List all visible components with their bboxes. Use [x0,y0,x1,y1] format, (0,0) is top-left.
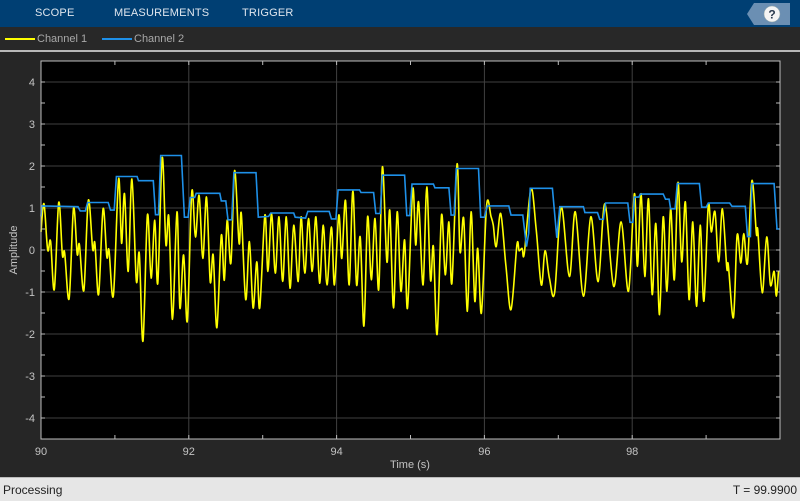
x-tick-label: 98 [626,446,638,458]
y-tick-label: 2 [29,161,35,173]
y-tick-label: 4 [29,77,35,89]
x-tick-label: 94 [330,446,342,458]
y-tick-label: -3 [25,371,35,383]
x-axis-label: Time (s) [390,459,430,471]
x-tick-label: 90 [35,446,47,458]
y-axis-label: Amplitude [8,226,20,275]
status-text: Processing [3,483,63,497]
x-tick-label: 92 [183,446,195,458]
y-tick-label: -1 [25,287,35,299]
y-tick-label: 0 [29,245,35,257]
x-tick-label: 96 [478,446,490,458]
scope-display[interactable]: 90 92 94 96 98 4 3 2 1 0 -1 -2 -3 -4 Time (s) Amplitu… [0,0,800,477]
simulation-time: T = 99.9900 [732,483,797,497]
y-tick-label: 3 [29,119,35,131]
status-bar: Processing T = 99.9900 [0,477,800,501]
y-tick-label: -4 [25,413,35,425]
y-tick-label: -2 [25,329,35,341]
y-tick-label: 1 [29,203,35,215]
